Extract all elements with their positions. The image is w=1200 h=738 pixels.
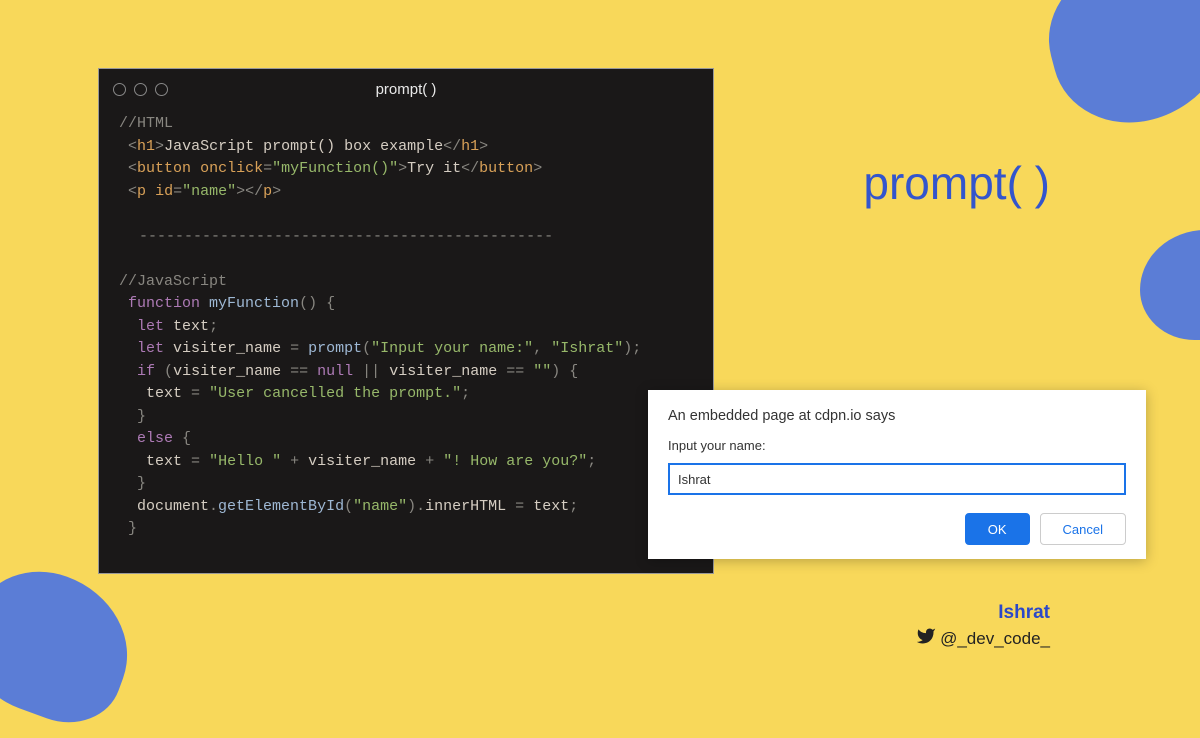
- dialog-buttons: OK Cancel: [668, 513, 1126, 545]
- code-body: //HTML <h1>JavaScript prompt() box examp…: [99, 109, 713, 561]
- decorative-blob-bottom: [0, 552, 149, 738]
- code-content: //HTML <h1>JavaScript prompt() box examp…: [119, 113, 693, 541]
- prompt-input[interactable]: [668, 463, 1126, 495]
- author-handle: @_dev_code_: [916, 626, 1050, 651]
- decorative-blob-top: [1032, 0, 1200, 141]
- cancel-button[interactable]: Cancel: [1040, 513, 1126, 545]
- window-dot-maximize[interactable]: [155, 83, 168, 96]
- handle-text: @_dev_code_: [940, 629, 1050, 649]
- twitter-icon: [916, 626, 936, 651]
- decorative-blob-right: [1140, 230, 1200, 340]
- window-dot-minimize[interactable]: [134, 83, 147, 96]
- code-editor-window: prompt( ) //HTML <h1>JavaScript prompt()…: [98, 68, 714, 574]
- credit-block: Ishrat @_dev_code_: [916, 602, 1050, 651]
- window-header: prompt( ): [99, 69, 713, 109]
- page-heading: prompt( ): [863, 156, 1050, 210]
- author-name: Ishrat: [916, 602, 1050, 624]
- window-controls: [113, 83, 168, 96]
- dialog-title: An embedded page at cdpn.io says: [668, 408, 1126, 424]
- prompt-dialog: An embedded page at cdpn.io says Input y…: [648, 390, 1146, 559]
- dialog-label: Input your name:: [668, 438, 1126, 453]
- window-title: prompt( ): [376, 81, 437, 98]
- ok-button[interactable]: OK: [965, 513, 1030, 545]
- window-dot-close[interactable]: [113, 83, 126, 96]
